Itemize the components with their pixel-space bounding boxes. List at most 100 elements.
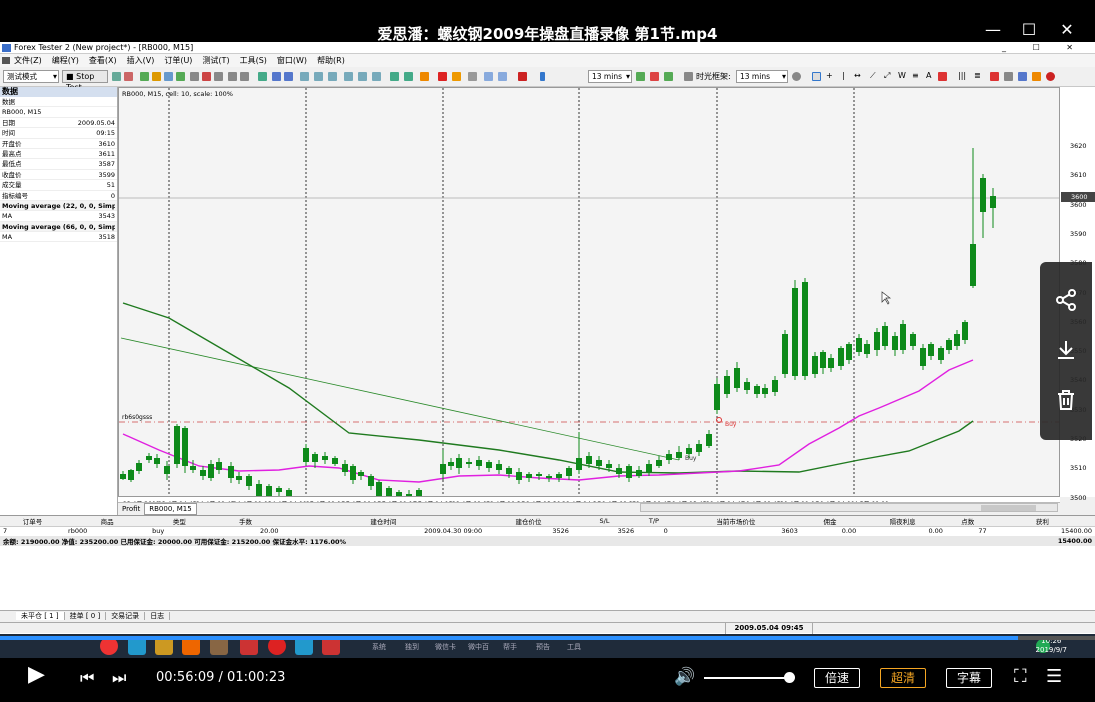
tab-pending-orders[interactable]: 挂单 [ 0 ] — [64, 612, 107, 620]
app-menu-icon[interactable] — [2, 57, 10, 64]
tool-icon[interactable] — [684, 72, 693, 81]
trash-icon[interactable] — [1054, 388, 1078, 412]
column-header[interactable]: 佣金 — [800, 516, 860, 527]
playlist-icon[interactable]: ☰ — [1046, 666, 1062, 687]
indicator-icon[interactable] — [404, 72, 413, 81]
column-header[interactable]: 商品 — [65, 516, 150, 527]
period-sep-icon[interactable] — [372, 72, 381, 81]
column-header[interactable]: T/P — [637, 516, 671, 527]
table-row[interactable]: 7 rb000 buy 20.00 2009.04.30 09:00 3526 3526 0 3… — [0, 527, 1095, 536]
fullscreen-icon[interactable]: ⛶ — [1014, 666, 1027, 687]
timeframe-combo[interactable]: 13 mins — [736, 70, 788, 83]
tool-icon[interactable] — [140, 72, 149, 81]
stop-test-button[interactable]: ■ Stop Test — [62, 70, 108, 92]
tab-history[interactable]: 交易记录 — [106, 612, 146, 620]
menu-order[interactable]: 订单(U) — [164, 54, 192, 67]
shape-icon[interactable] — [938, 72, 947, 81]
quality-button[interactable]: 超清 — [880, 668, 926, 688]
candle-chart-icon[interactable] — [314, 72, 323, 81]
mode-select[interactable]: 测试模式 — [3, 70, 59, 83]
tool-icon[interactable] — [498, 72, 507, 81]
column-header[interactable]: 订单号 — [0, 516, 66, 527]
zoom-out-icon[interactable] — [284, 72, 293, 81]
share-icon[interactable] — [1054, 288, 1078, 312]
column-header[interactable]: S/L — [571, 516, 638, 527]
tab-profit[interactable]: Profit — [118, 504, 144, 514]
menu-window[interactable]: 窗口(W) — [277, 54, 307, 67]
menu-help[interactable]: 帮助(R) — [317, 54, 345, 67]
zoom-in-icon[interactable] — [272, 72, 281, 81]
tool-icon[interactable] — [124, 72, 133, 81]
tool-icon[interactable] — [990, 72, 999, 81]
template-icon[interactable] — [420, 72, 429, 81]
previous-icon[interactable]: ⏮ — [80, 668, 94, 688]
menu-file[interactable]: 文件(Z) — [14, 54, 42, 67]
maximize-icon[interactable]: ☐ — [1018, 20, 1040, 39]
tool-icon[interactable] — [214, 72, 223, 81]
menu-insert[interactable]: 插入(V) — [127, 54, 155, 67]
grid-icon[interactable] — [344, 72, 353, 81]
tool-icon[interactable] — [240, 72, 249, 81]
volume-icon[interactable]: 🔊 — [674, 667, 695, 687]
price-chart[interactable]: RB000, M15, cell: 10, scale: 100% rb6s0g… — [118, 87, 1060, 506]
tool-icon[interactable] — [202, 72, 211, 81]
tool-icon[interactable] — [228, 72, 237, 81]
tool-icon[interactable] — [468, 72, 477, 81]
tab-open-positions[interactable]: 未平仓 [ 1 ] — [16, 612, 65, 620]
indicator-icon[interactable] — [390, 72, 399, 81]
tool-icon[interactable] — [152, 72, 161, 81]
taskbar-label[interactable]: 工具 — [567, 642, 581, 652]
tool-icon[interactable] — [1032, 72, 1041, 81]
menu-tools[interactable]: 工具(S) — [240, 54, 267, 67]
menu-edit[interactable]: 编程(Y) — [52, 54, 79, 67]
tool-icon[interactable] — [164, 72, 173, 81]
tool-icon[interactable] — [438, 72, 447, 81]
video-progress-bar[interactable] — [0, 636, 1095, 640]
speed-slider-handle[interactable] — [540, 72, 545, 81]
tool-icon[interactable] — [190, 72, 199, 81]
crosshair-icon[interactable]: + — [826, 71, 833, 80]
tool-icon[interactable] — [636, 72, 645, 81]
minimize-icon[interactable]: — — [982, 20, 1004, 39]
tool-icon[interactable] — [1018, 72, 1027, 81]
cursor-icon[interactable] — [812, 72, 821, 81]
app-window-controls[interactable]: _ ☐ ✕ — [1002, 42, 1085, 54]
volume-slider[interactable] — [704, 677, 790, 679]
text-icon[interactable]: A — [926, 71, 931, 80]
tool-icon[interactable] — [664, 72, 673, 81]
volume-icon[interactable] — [358, 72, 367, 81]
column-header[interactable]: 当前市场价位 — [670, 516, 801, 527]
menu-test[interactable]: 测试(T) — [202, 54, 229, 67]
tool-icon[interactable] — [1004, 72, 1013, 81]
chart-scrollbar[interactable] — [640, 503, 1058, 512]
tool-icon[interactable] — [452, 72, 461, 81]
trendline-icon[interactable]: ⟋ — [870, 71, 876, 81]
speed-button[interactable]: 倍速 — [814, 668, 860, 688]
column-header[interactable]: 点数 — [945, 516, 990, 527]
bar-chart-icon[interactable] — [300, 72, 309, 81]
next-icon[interactable]: ⏭ — [112, 668, 126, 688]
menu-view[interactable]: 查看(X) — [89, 54, 117, 67]
column-header[interactable]: 隔夜利息 — [859, 516, 946, 527]
taskbar-label[interactable]: 微中百 — [468, 642, 489, 652]
tool-icon[interactable]: ≣ — [974, 71, 981, 80]
taskbar-label[interactable]: 预告 — [536, 642, 550, 652]
volume-knob[interactable] — [784, 672, 795, 683]
taskbar-label[interactable]: 独到 — [405, 642, 419, 652]
pause-icon[interactable] — [518, 72, 527, 81]
column-header[interactable]: 建仓价位 — [485, 516, 572, 527]
subtitle-button[interactable]: 字幕 — [946, 668, 992, 688]
fibo-icon[interactable]: W — [898, 71, 906, 80]
tool-icon[interactable] — [258, 72, 267, 81]
taskbar-label[interactable]: 系统 — [372, 642, 386, 652]
channel-icon[interactable]: ≡ — [912, 71, 919, 80]
tool-icon[interactable] — [112, 72, 121, 81]
speed-combo[interactable]: 13 mins — [588, 70, 632, 83]
line-chart-icon[interactable] — [328, 72, 337, 81]
column-header[interactable]: 类型 — [149, 516, 210, 527]
download-icon[interactable] — [1054, 338, 1078, 362]
tool-icon[interactable] — [1046, 72, 1055, 81]
clock-icon[interactable] — [792, 72, 801, 81]
tool-icon[interactable]: ||| — [958, 71, 966, 80]
taskbar-label[interactable]: 微信卡 — [435, 642, 456, 652]
